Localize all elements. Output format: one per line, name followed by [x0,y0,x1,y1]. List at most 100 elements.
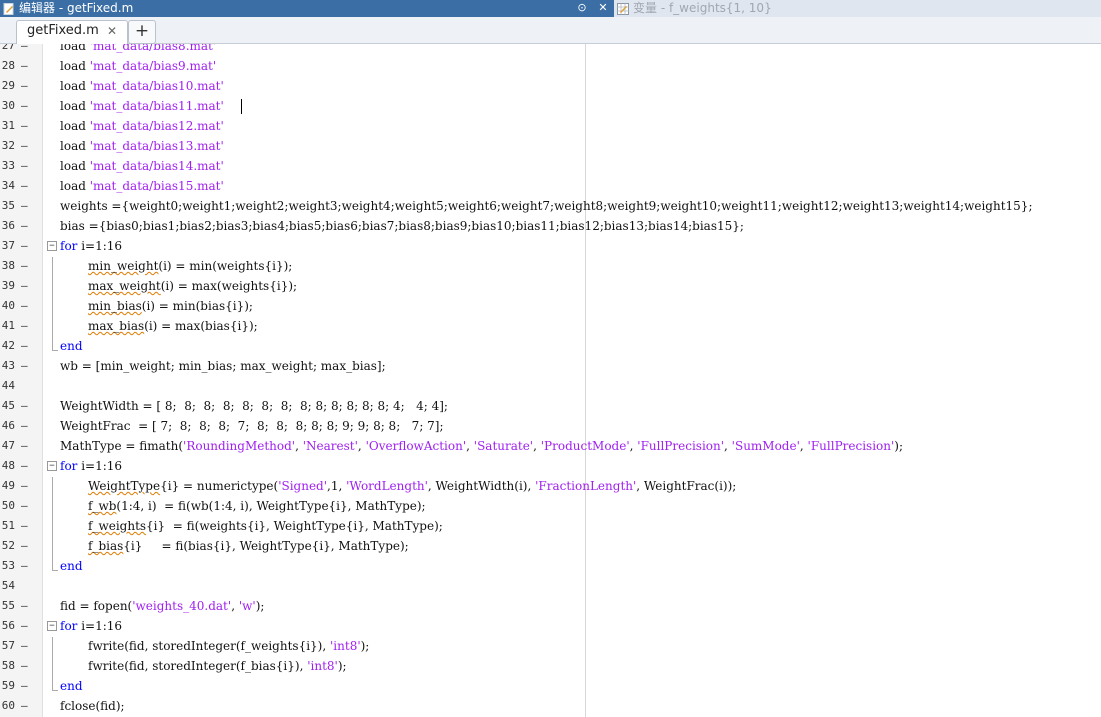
breakpoint-marker[interactable]: – [21,336,28,356]
code-line[interactable]: 57 – fwrite(fid, storedInteger(f_weights… [0,636,1101,656]
breakpoint-marker[interactable]: – [21,276,28,296]
line-number: 35 [1,199,15,212]
breakpoint-marker[interactable]: – [21,56,28,76]
add-tab-button[interactable]: + [128,20,156,44]
editor-title-bar[interactable]: 编辑器 - getFixed.m ⊙ ✕ [0,0,614,17]
breakpoint-marker[interactable]: – [21,156,28,176]
breakpoint-marker[interactable]: – [21,396,28,416]
code-line[interactable]: 41 – max_bias(i) = max(bias{i}); [0,316,1101,336]
breakpoint-marker[interactable]: – [21,516,28,536]
code-line[interactable]: 32 – load 'mat_data/bias13.mat' [0,136,1101,156]
breakpoint-marker[interactable]: – [21,76,28,96]
code-line[interactable]: 37 – − for i=1:16 [0,236,1101,256]
tab-getfixed[interactable]: getFixed.m ✕ [16,20,128,44]
code-line[interactable]: 35 – weights ={weight0;weight1;weight2;w… [0,196,1101,216]
code-text: max_bias(i) = max(bias{i}); [88,319,258,333]
breakpoint-marker[interactable]: – [21,656,28,676]
breakpoint-marker[interactable]: – [21,296,28,316]
code-line[interactable]: 43 – wb = [min_weight; min_bias; max_wei… [0,356,1101,376]
code-line[interactable]: 36 – bias ={bias0;bias1;bias2;bias3;bias… [0,216,1101,236]
code-line[interactable]: 40 – min_bias(i) = min(bias{i}); [0,296,1101,316]
code-line[interactable]: 60 – fclose(fid); [0,696,1101,716]
line-number: 56 [1,619,15,632]
breakpoint-marker[interactable]: – [21,436,28,456]
code-line[interactable]: 48 – − for i=1:16 [0,456,1101,476]
breakpoint-marker[interactable]: – [21,236,28,256]
code-text: WeightWidth = [ 8; 8; 8; 8; 8; 8; 8; 8; … [60,399,448,413]
code-line[interactable]: 53 – end [0,556,1101,576]
code-line[interactable]: 59 – end [0,676,1101,696]
breakpoint-marker[interactable]: – [21,556,28,576]
editor-title: 编辑器 - getFixed.m [19,1,134,15]
breakpoint-marker[interactable]: – [21,456,28,476]
code-text: fwrite(fid, storedInteger(f_weights{i}),… [88,639,370,653]
fold-toggle-icon[interactable]: − [47,241,57,251]
breakpoint-marker[interactable]: – [21,596,28,616]
code-line[interactable]: 52 – f_bias{i} = fi(bias{i}, WeightType{… [0,536,1101,556]
breakpoint-marker[interactable]: – [21,316,28,336]
breakpoint-marker[interactable]: – [21,196,28,216]
breakpoint-marker[interactable]: – [21,636,28,656]
code-line[interactable]: 47 – MathType = fimath('RoundingMethod',… [0,436,1101,456]
code-line[interactable]: 56 – − for i=1:16 [0,616,1101,636]
breakpoint-marker[interactable]: – [21,416,28,436]
code-line[interactable]: 31 – load 'mat_data/bias12.mat' [0,116,1101,136]
close-editor-icon[interactable]: ✕ [596,1,610,15]
code-line[interactable]: 55 – fid = fopen('weights_40.dat', 'w'); [0,596,1101,616]
code-line[interactable]: 51 – f_weights{i} = fi(weights{i}, Weigh… [0,516,1101,536]
code-text: load 'mat_data/bias9.mat' [60,59,217,73]
code-line[interactable]: 39 – max_weight(i) = max(weights{i}); [0,276,1101,296]
code-text: min_weight(i) = min(weights{i}); [88,259,293,273]
fold-toggle-icon[interactable]: − [47,461,57,471]
breakpoint-marker[interactable]: – [21,116,28,136]
line-number: 43 [1,359,15,372]
breakpoint-marker[interactable]: – [21,256,28,276]
breakpoint-marker[interactable]: – [21,44,28,56]
code-line[interactable]: 33 – load 'mat_data/bias14.mat' [0,156,1101,176]
breakpoint-marker[interactable]: – [21,616,28,636]
title-bar: 编辑器 - getFixed.m ⊙ ✕ 变量 - f_weights{1, 1… [0,0,1101,17]
code-editor[interactable]: 27 – load 'mat_data/bias8.mat' 28 – load… [0,44,1101,717]
code-line[interactable]: 49 – WeightType{i} = numerictype('Signed… [0,476,1101,496]
code-line[interactable]: 29 – load 'mat_data/bias10.mat' [0,76,1101,96]
code-text: load 'mat_data/bias8.mat' [60,44,217,53]
code-line[interactable]: 27 – load 'mat_data/bias8.mat' [0,44,1101,56]
line-number: 49 [1,479,15,492]
code-text: weights ={weight0;weight1;weight2;weight… [60,199,1033,213]
editor-actions-menu-icon[interactable]: ⊙ [575,1,589,15]
code-line[interactable]: 50 – f_wb(1:4, i) = fi(wb(1:4, i), Weigh… [0,496,1101,516]
breakpoint-marker[interactable]: – [21,676,28,696]
line-number: 47 [1,439,15,452]
breakpoint-marker[interactable]: – [21,536,28,556]
code-line[interactable]: 46 – WeightFrac = [ 7; 8; 8; 8; 7; 8; 8;… [0,416,1101,436]
code-line[interactable]: 44 [0,376,1101,396]
breakpoint-marker[interactable]: – [21,216,28,236]
code-line[interactable]: 38 – min_weight(i) = min(weights{i}); [0,256,1101,276]
line-number: 31 [1,119,15,132]
code-text: f_bias{i} = fi(bias{i}, WeightType{i}, M… [88,539,409,553]
code-line[interactable]: 42 – end [0,336,1101,356]
breakpoint-marker[interactable]: – [21,476,28,496]
close-tab-icon[interactable]: ✕ [107,24,117,38]
code-line[interactable]: 58 – fwrite(fid, storedInteger(f_bias{i}… [0,656,1101,676]
breakpoint-marker[interactable]: – [21,696,28,716]
breakpoint-marker[interactable]: – [21,176,28,196]
breakpoint-marker[interactable]: – [21,496,28,516]
code-text: load 'mat_data/bias11.mat' [60,99,224,113]
line-number: 28 [1,59,15,72]
breakpoint-marker[interactable]: – [21,96,28,116]
code-line[interactable]: 28 – load 'mat_data/bias9.mat' [0,56,1101,76]
line-number: 53 [1,559,15,572]
code-line[interactable]: 30 – load 'mat_data/bias11.mat' [0,96,1101,116]
code-line[interactable]: 45 – WeightWidth = [ 8; 8; 8; 8; 8; 8; 8… [0,396,1101,416]
code-line[interactable]: 34 – load 'mat_data/bias15.mat' [0,176,1101,196]
breakpoint-marker[interactable]: – [21,356,28,376]
variable-editor-title: 变量 - f_weights{1, 10} [633,1,772,15]
code-line[interactable]: 54 [0,576,1101,596]
breakpoint-marker[interactable]: – [21,136,28,156]
code-text: f_wb(1:4, i) = fi(wb(1:4, i), WeightType… [88,499,426,513]
line-number: 58 [1,659,15,672]
variable-editor-title-bar[interactable]: 变量 - f_weights{1, 10} [614,0,1101,17]
code-text: for i=1:16 [60,239,123,253]
fold-toggle-icon[interactable]: − [47,621,57,631]
